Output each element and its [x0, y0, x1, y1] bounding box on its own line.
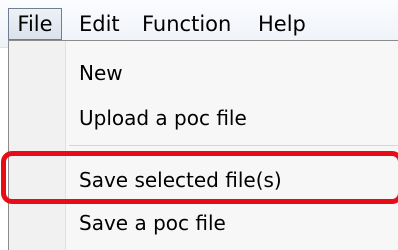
- menu-edit[interactable]: Edit: [79, 9, 120, 39]
- menu-item-save-poc-file[interactable]: Save a poc file: [79, 204, 379, 242]
- menu-function[interactable]: Function: [142, 9, 231, 39]
- menu-file[interactable]: File: [8, 8, 62, 40]
- menu-help[interactable]: Help: [258, 9, 306, 39]
- application-screen: File Edit Function Help New Upload a poc…: [0, 0, 398, 250]
- menu-item-new[interactable]: New: [79, 54, 379, 92]
- file-dropdown-menu: New Upload a poc file Save selected file…: [8, 40, 398, 250]
- red-highlight-box: [1, 151, 398, 204]
- menu-item-upload-poc-file[interactable]: Upload a poc file: [79, 99, 379, 137]
- menu-icon-gutter: [9, 41, 66, 250]
- menu-separator: [69, 145, 398, 146]
